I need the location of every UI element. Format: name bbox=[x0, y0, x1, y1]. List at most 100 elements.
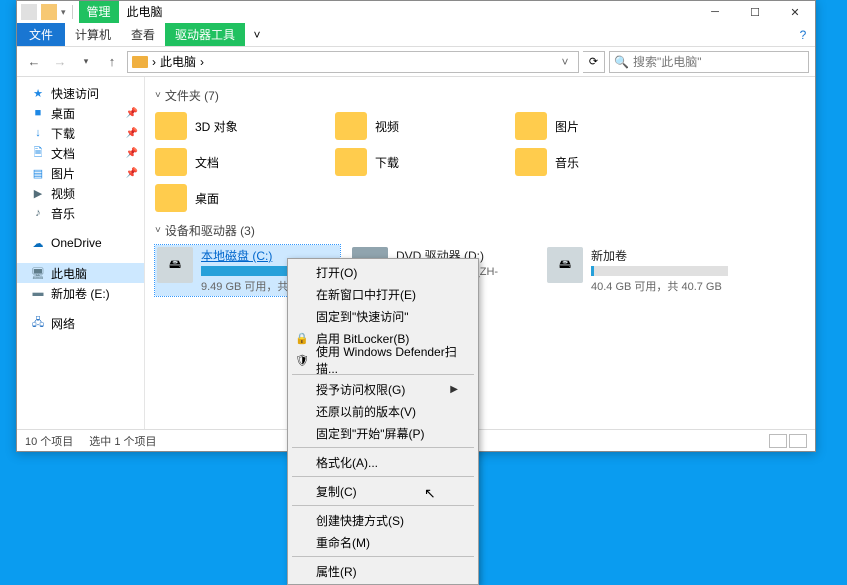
folder-icon bbox=[335, 112, 367, 140]
group-header-folders[interactable]: ˅ 文件夹 (7) bbox=[155, 87, 805, 104]
ribbon-tab-computer[interactable]: 计算机 bbox=[65, 23, 121, 46]
view-icons-button[interactable] bbox=[789, 434, 807, 448]
pin-icon: 📌 bbox=[126, 148, 138, 159]
search-placeholder: 搜索"此电脑" bbox=[633, 53, 702, 70]
nav-forward-button[interactable]: → bbox=[49, 51, 71, 73]
capacity-fill bbox=[201, 266, 291, 276]
ctx-pin-quick-access[interactable]: 固定到"快速访问" bbox=[290, 305, 476, 327]
nav-new-volume[interactable]: ▬新加卷 (E:) bbox=[17, 283, 144, 303]
separator bbox=[72, 5, 73, 19]
drive-icon: ▬ bbox=[31, 286, 45, 300]
folder-downloads[interactable]: 下载 bbox=[335, 146, 505, 178]
refresh-button[interactable]: ⟳ bbox=[583, 51, 605, 73]
navigation-pane: ★快速访问 ■桌面📌 ↓下载📌 🗎文档📌 ▤图片📌 ▶视频 ♪音乐 ☁OneDr… bbox=[17, 77, 145, 429]
qat-button[interactable] bbox=[41, 4, 57, 20]
breadcrumb-segment[interactable]: 此电脑 bbox=[160, 53, 196, 70]
nav-downloads[interactable]: ↓下载📌 bbox=[17, 123, 144, 143]
contextual-tab-header: 管理 bbox=[79, 1, 119, 23]
document-icon: 🗎 bbox=[31, 146, 45, 160]
view-details-button[interactable] bbox=[769, 434, 787, 448]
folder-icon bbox=[155, 184, 187, 212]
ctx-copy[interactable]: 复制(C) bbox=[290, 480, 476, 502]
desktop-icon: ■ bbox=[31, 106, 45, 120]
search-icon: 🔍 bbox=[614, 55, 629, 69]
drive-free-text: 40.4 GB 可用，共 40.7 GB bbox=[591, 278, 728, 294]
lock-icon: 🔒 bbox=[294, 330, 310, 346]
folder-icon bbox=[515, 148, 547, 176]
ctx-format[interactable]: 格式化(A)... bbox=[290, 451, 476, 473]
ribbon: 文件 计算机 查看 驱动器工具 ˅ ? bbox=[17, 23, 815, 47]
nav-recent-icon[interactable]: ▾ bbox=[75, 51, 97, 73]
nav-onedrive[interactable]: ☁OneDrive bbox=[17, 233, 144, 253]
pin-icon: 📌 bbox=[126, 168, 138, 179]
shield-icon: 🛡 bbox=[294, 352, 310, 368]
pin-icon: 📌 bbox=[126, 108, 138, 119]
group-header-drives[interactable]: ˅ 设备和驱动器 (3) bbox=[155, 222, 805, 239]
ctx-open-new-window[interactable]: 在新窗口中打开(E) bbox=[290, 283, 476, 305]
music-icon: ♪ bbox=[31, 206, 45, 220]
network-icon: 🖧 bbox=[31, 316, 45, 330]
folder-icon bbox=[515, 112, 547, 140]
nav-pictures[interactable]: ▤图片📌 bbox=[17, 163, 144, 183]
folder-pictures[interactable]: 图片 bbox=[515, 110, 685, 142]
ctx-defender-scan[interactable]: 🛡使用 Windows Defender扫描... bbox=[290, 349, 476, 371]
status-selected-count: 选中 1 个项目 bbox=[89, 433, 156, 449]
ribbon-collapse-icon[interactable]: ˅ bbox=[245, 23, 269, 46]
content-pane: ˅ 文件夹 (7) 3D 对象 视频 图片 文档 下载 音乐 桌面 ˅ 设备和驱… bbox=[145, 77, 815, 429]
ctx-open[interactable]: 打开(O) bbox=[290, 261, 476, 283]
ctx-properties[interactable]: 属性(R) bbox=[290, 560, 476, 582]
separator bbox=[292, 476, 474, 477]
separator bbox=[292, 447, 474, 448]
ribbon-tab-drive-tools[interactable]: 驱动器工具 bbox=[165, 23, 245, 46]
close-button[interactable]: ✕ bbox=[775, 1, 815, 23]
folder-icon bbox=[335, 148, 367, 176]
ribbon-tab-view[interactable]: 查看 bbox=[121, 23, 165, 46]
drive-new-volume-e[interactable]: 🖴 新加卷 40.4 GB 可用，共 40.7 GB bbox=[545, 245, 730, 296]
quick-access-toolbar: ▾ bbox=[17, 1, 79, 23]
breadcrumb[interactable]: › 此电脑 › ˅ bbox=[127, 51, 579, 73]
breadcrumb-sep: › bbox=[152, 55, 156, 69]
ribbon-tab-file[interactable]: 文件 bbox=[17, 23, 65, 46]
qat-dropdown-icon[interactable]: ▾ bbox=[61, 7, 66, 18]
drive-label: 新加卷 bbox=[591, 247, 728, 264]
folder-music[interactable]: 音乐 bbox=[515, 146, 685, 178]
nav-back-button[interactable]: ← bbox=[23, 51, 45, 73]
maximize-button[interactable]: ☐ bbox=[735, 1, 775, 23]
ctx-restore-previous[interactable]: 还原以前的版本(V) bbox=[290, 400, 476, 422]
nav-this-pc[interactable]: 🖥此电脑 bbox=[17, 263, 144, 283]
nav-documents[interactable]: 🗎文档📌 bbox=[17, 143, 144, 163]
minimize-button[interactable]: ─ bbox=[695, 1, 735, 23]
folder-videos[interactable]: 视频 bbox=[335, 110, 505, 142]
nav-desktop[interactable]: ■桌面📌 bbox=[17, 103, 144, 123]
search-input[interactable]: 🔍 搜索"此电脑" bbox=[609, 51, 809, 73]
nav-quick-access[interactable]: ★快速访问 bbox=[17, 83, 144, 103]
nav-videos[interactable]: ▶视频 bbox=[17, 183, 144, 203]
nav-music[interactable]: ♪音乐 bbox=[17, 203, 144, 223]
ctx-rename[interactable]: 重命名(M) bbox=[290, 531, 476, 553]
separator bbox=[292, 505, 474, 506]
thispc-icon bbox=[132, 56, 148, 68]
ctx-give-access[interactable]: 授予访问权限(G)▶ bbox=[290, 378, 476, 400]
address-bar-row: ← → ▾ ↑ › 此电脑 › ˅ ⟳ 🔍 搜索"此电脑" bbox=[17, 47, 815, 77]
breadcrumb-dropdown-icon[interactable]: ˅ bbox=[556, 55, 574, 69]
folder-documents[interactable]: 文档 bbox=[155, 146, 325, 178]
ctx-create-shortcut[interactable]: 创建快捷方式(S) bbox=[290, 509, 476, 531]
ctx-pin-start[interactable]: 固定到"开始"屏幕(P) bbox=[290, 422, 476, 444]
hdd-icon: 🖴 bbox=[157, 247, 193, 283]
nav-up-button[interactable]: ↑ bbox=[101, 51, 123, 73]
capacity-fill bbox=[591, 266, 594, 276]
status-item-count: 10 个项目 bbox=[25, 433, 73, 449]
hdd-icon: 🖴 bbox=[547, 247, 583, 283]
collapse-icon: ˅ bbox=[155, 90, 161, 101]
cloud-icon: ☁ bbox=[31, 236, 45, 250]
star-icon: ★ bbox=[31, 86, 45, 100]
collapse-icon: ˅ bbox=[155, 225, 161, 236]
pc-icon: 🖥 bbox=[31, 266, 45, 280]
folder-3d-objects[interactable]: 3D 对象 bbox=[155, 110, 325, 142]
folder-desktop[interactable]: 桌面 bbox=[155, 182, 325, 214]
picture-icon: ▤ bbox=[31, 166, 45, 180]
capacity-bar bbox=[591, 266, 728, 276]
help-icon[interactable]: ? bbox=[791, 23, 815, 46]
breadcrumb-sep: › bbox=[200, 55, 204, 69]
nav-network[interactable]: 🖧网络 bbox=[17, 313, 144, 333]
